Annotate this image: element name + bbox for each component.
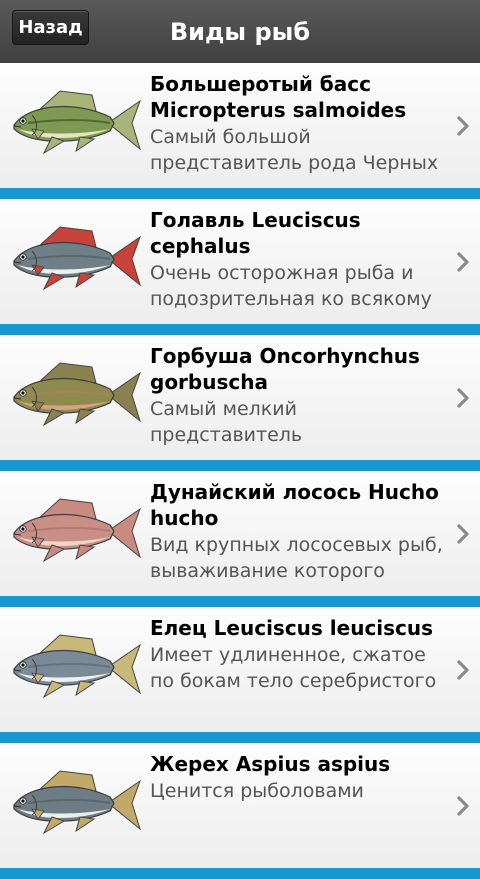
list-item-description: Имеет удлиненное, сжатое по бокам тело с… (150, 644, 437, 692)
danube-salmon-icon (8, 491, 144, 571)
list-item-title: Горбуша Oncorhynchus gorbuscha (150, 344, 420, 394)
list-item-description: Очень осторожная рыба и подозрительная к… (150, 262, 432, 310)
page-title: Виды рыб (169, 17, 311, 46)
asp-icon (8, 763, 144, 843)
fish-list: Большеротый басс Micropterus salmoides Са… (0, 63, 480, 879)
list-item-description: Вид крупных лососевых рыб, вываживание к… (150, 534, 443, 582)
action-bar: Назад Виды рыб (0, 0, 480, 63)
list-item-text: Елец Leuciscus leuciscus Имеет удлиненное… (150, 615, 446, 694)
list-item-text: Дунайский лосось Hucho hucho Вид крупных … (150, 479, 446, 584)
chevron-right-icon (456, 115, 470, 137)
list-item-title: Елец Leuciscus leuciscus (150, 616, 434, 640)
chevron-right-icon (456, 523, 470, 545)
list-item[interactable]: Горбуша Oncorhynchus gorbuscha Самый мелк… (0, 335, 480, 471)
list-item-title: Дунайский лосось Hucho hucho (150, 480, 439, 530)
dace-icon (8, 627, 144, 707)
list-item-text: Голавль Leuciscus cephalus Очень осторожн… (150, 207, 446, 312)
chevron-right-icon (456, 387, 470, 409)
list-item-description: Самый мелкий представитель (150, 398, 303, 446)
chub-icon (8, 219, 144, 299)
list-item[interactable]: Большеротый басс Micropterus salmoides Са… (0, 63, 480, 199)
list-item-text: Горбуша Oncorhynchus gorbuscha Самый мелк… (150, 343, 446, 448)
list-item[interactable]: Жерех Aspius aspius Ценится рыболовами (0, 743, 480, 879)
list-item-title: Большеротый басс Micropterus salmoides (150, 72, 407, 122)
chevron-right-icon (456, 795, 470, 817)
chevron-right-icon (456, 251, 470, 273)
list-item-text: Жерех Aspius aspius Ценится рыболовами (150, 751, 446, 804)
list-item-description: Самый большой представитель рода Черных (150, 126, 439, 174)
list-item[interactable]: Елец Leuciscus leuciscus Имеет удлиненное… (0, 607, 480, 743)
largemouth-bass-icon (8, 83, 144, 163)
list-item[interactable]: Голавль Leuciscus cephalus Очень осторожн… (0, 199, 480, 335)
list-item-title: Жерех Aspius aspius (150, 752, 391, 776)
back-button[interactable]: Назад (12, 10, 89, 45)
list-item-description: Ценится рыболовами (150, 780, 364, 802)
list-item-text: Большеротый басс Micropterus salmoides Са… (150, 71, 446, 176)
list-item-title: Голавль Leuciscus cephalus (150, 208, 361, 258)
list-item[interactable]: Дунайский лосось Hucho hucho Вид крупных … (0, 471, 480, 607)
chevron-right-icon (456, 659, 470, 681)
pink-salmon-icon (8, 355, 144, 435)
